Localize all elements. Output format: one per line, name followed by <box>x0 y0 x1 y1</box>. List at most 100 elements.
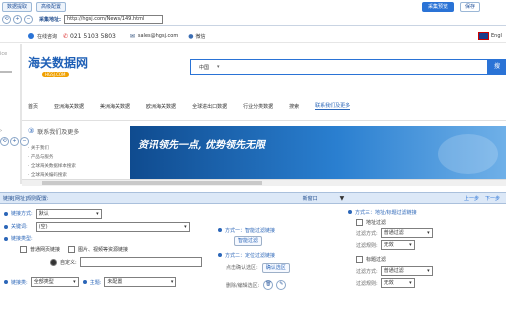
logo-text: 海关数据网 <box>28 56 89 70</box>
site-nav: 首页 亚洲海关数据 美洲海关数据 欧洲海关数据 全球进出口数据 行业分类数据 搜… <box>28 100 351 112</box>
filter-rule-select[interactable]: 无效 ▾ <box>380 240 415 250</box>
custom-label: 自定义: <box>60 259 77 266</box>
address-input[interactable]: http://hgsj.com/News/149.html <box>64 14 163 24</box>
language-switch[interactable]: Engl <box>478 31 502 41</box>
title-filter-checkbox[interactable] <box>356 255 363 263</box>
smart-filter-button[interactable]: 智能过滤 <box>234 236 263 246</box>
banner-slogan: 资讯领先一点, 优势领先无限 <box>138 140 265 151</box>
left-page-edge: ice <box>0 51 20 101</box>
sidebar-item-sample-search[interactable]: · 全球海关数据样本搜索 <box>28 162 123 171</box>
next-step-button[interactable]: 下一步 <box>485 195 500 202</box>
nav-item-global[interactable]: 全球进出口数据 <box>192 103 227 110</box>
logo-sub: HGSJ.COM <box>42 72 69 77</box>
edge-back-icon[interactable]: ⟲ <box>0 137 9 146</box>
search-button[interactable]: 搜 <box>487 60 506 74</box>
site-search-bar: 中国 ▾ 搜 <box>190 59 506 75</box>
nav-item-contact[interactable]: 联系我们及更多 <box>315 102 351 110</box>
address-label: 采集地址: <box>39 16 61 23</box>
bullet-icon <box>4 280 8 284</box>
theme-label: 主题: <box>89 279 102 286</box>
open-mode-label[interactable]: 新窗口 <box>303 195 318 202</box>
site-banner: 资讯领先一点, 优势领先无限 <box>130 126 506 183</box>
link-form: 链接方式: 默认 ▾ 关键词: (空) ▾ 链接类型: 普通网页链接 图片、视频等资… <box>4 207 204 289</box>
site-logo[interactable]: 海关数据网 HGSJ.COM <box>28 54 98 84</box>
collect-preview-button[interactable]: 采集预览 <box>422 2 455 12</box>
title-filter-label: 标题过滤 <box>366 256 387 263</box>
custom-radio[interactable] <box>50 258 57 266</box>
chain-label: 链接类: <box>11 279 28 286</box>
filter-mode-label: 过滤方式: <box>356 230 378 237</box>
link-type-label: 链接类型: <box>11 236 33 242</box>
normal-link-checkbox[interactable] <box>20 246 27 253</box>
online-label[interactable]: 在线咨询 <box>37 33 57 40</box>
nav-item-home[interactable]: 首页 <box>28 103 38 110</box>
refresh-icon[interactable]: + <box>13 14 22 24</box>
online-icon <box>28 33 34 39</box>
bullet-icon <box>218 228 222 232</box>
site-top-strip: 在线咨询 ✆ 021 5103 5803 ✉ sales@hgsj.com ● … <box>28 31 206 41</box>
edge-zoom-controls: ⟲ + − <box>0 137 29 146</box>
filter-mode-label-2: 过滤方式: <box>356 268 378 275</box>
keyword-select[interactable]: (空) ▾ <box>35 221 190 232</box>
nav-item-industry[interactable]: 行业分类数据 <box>243 103 273 110</box>
filter-mode-select[interactable]: 普通过滤 ▾ <box>380 228 433 238</box>
save-button[interactable]: 保存 <box>460 2 481 12</box>
data-mining-button[interactable]: 数据提取 <box>2 2 33 12</box>
nav-item-europe[interactable]: 欧洲海关数据 <box>146 103 176 110</box>
phone-icon: ✆ <box>63 32 69 40</box>
site-sidebar: ③ 联系我们及更多 · 关于我们 · 产品与服务 · 全球海关数据样本搜索 · … <box>28 126 123 184</box>
filter-methods: 方式一：智能过滤链接 智能过滤 方式二：定位过滤链接 点击确认选区: 确认选区 … <box>218 225 338 292</box>
method1-label: 方式一：智能过滤链接 <box>225 227 276 234</box>
keyword-label: 关键词: <box>11 224 28 230</box>
bullet-icon <box>348 210 352 214</box>
language-label: Engl <box>491 33 502 39</box>
edit-icon[interactable]: ✎ <box>276 280 287 290</box>
theme-select[interactable]: 未配置 ▾ <box>104 277 177 287</box>
nav-item-americas[interactable]: 美洲海关数据 <box>100 103 130 110</box>
image-link-checkbox[interactable] <box>68 246 76 253</box>
filter-rule-select-2[interactable]: 无效 ▾ <box>380 278 415 288</box>
prev-step-button[interactable]: 上一步 <box>464 195 479 202</box>
filter-mode-select-2[interactable]: 普通过滤 ▾ <box>380 266 433 276</box>
address-filter-checkbox[interactable] <box>356 218 363 226</box>
sidebar-item-products[interactable]: · 产品与服务 <box>28 153 123 162</box>
nav-item-asia[interactable]: 亚洲海关数据 <box>54 103 84 110</box>
advanced-config-button[interactable]: 高级配置 <box>36 2 67 12</box>
toolbar-right: 采集预览 保存 <box>422 2 481 12</box>
stop-icon[interactable]: − <box>24 14 33 24</box>
filter-rule-label: 过滤规则: <box>356 242 378 249</box>
address-bar: ⟲ + − 采集地址: http://hgsj.com/News/149.htm… <box>2 14 504 24</box>
edge-plus-icon[interactable]: + <box>10 137 19 146</box>
edge-arrow-icon: › <box>0 128 2 134</box>
address-filter-label: 地址过滤 <box>366 219 387 226</box>
delete-icon[interactable]: 🗑 <box>263 280 274 290</box>
edge-controls: › <box>0 128 2 134</box>
confirm-selection-button[interactable]: 确认选区 <box>261 262 290 273</box>
link-mode-select[interactable]: 默认 ▾ <box>35 208 102 219</box>
email-link[interactable]: sales@hgsj.com <box>138 33 178 39</box>
phone-number: 021 5103 5803 <box>70 32 116 40</box>
config-panel-title: 链接[网址]规则配置: <box>3 195 49 202</box>
method3-label: 方式三：地址/标题过滤链接 <box>355 209 417 216</box>
method2-label: 方式二：定位过滤链接 <box>225 252 276 259</box>
bullet-icon <box>4 224 8 229</box>
wechat-icon: ● <box>188 32 194 40</box>
link-mode-label: 链接方式: <box>11 211 33 217</box>
web-view: 在线咨询 ✆ 021 5103 5803 ✉ sales@hgsj.com ● … <box>0 25 506 186</box>
open-mode-dropdown-icon[interactable]: ▼ <box>340 195 345 202</box>
uk-flag-icon <box>478 32 489 40</box>
web-scrollbar-thumb[interactable] <box>42 181 262 185</box>
bullet-icon <box>218 253 222 257</box>
divider <box>0 42 506 43</box>
nav-item-search[interactable]: 搜索 <box>289 103 299 110</box>
chain-type-select[interactable]: 全部类型 ▾ <box>30 277 79 287</box>
search-select[interactable]: 中国 <box>199 64 209 71</box>
sidebar-item-about[interactable]: · 关于我们 <box>28 144 123 153</box>
bullet-icon <box>82 280 87 284</box>
mail-icon: ✉ <box>129 32 135 40</box>
back-icon[interactable]: ⟲ <box>2 14 11 24</box>
left-page-border <box>20 44 22 184</box>
custom-input[interactable] <box>79 257 202 267</box>
web-scrollbar[interactable] <box>22 179 506 186</box>
wechat-link[interactable]: 微信 <box>196 33 206 40</box>
